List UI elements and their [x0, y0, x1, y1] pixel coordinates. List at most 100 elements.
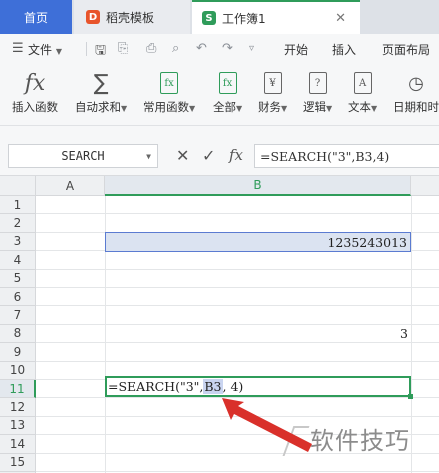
all-functions-label: 全部	[213, 100, 236, 114]
row-header-6[interactable]: 6	[0, 288, 36, 307]
fx-icon: fx	[24, 70, 46, 96]
datetime-label: 日期和时	[393, 100, 439, 114]
grid-row-line	[36, 471, 439, 472]
grid-row-line	[36, 360, 439, 362]
column-header-c[interactable]	[411, 176, 439, 196]
all-functions-button[interactable]: fx 全部▼	[213, 68, 242, 115]
column-header-a[interactable]: A	[36, 176, 105, 196]
watermark: 软件技巧	[310, 427, 410, 455]
insert-function-fx-icon[interactable]: fx	[229, 146, 243, 164]
name-box[interactable]: SEARCH ▼	[8, 144, 158, 168]
row-header-2[interactable]: 2	[0, 214, 36, 233]
export-pdf-icon[interactable]: ⎘	[118, 41, 128, 56]
column-header-b[interactable]: B	[105, 176, 411, 196]
row-header-8[interactable]: 8	[0, 324, 36, 344]
common-functions-label: 常用函数	[143, 100, 189, 114]
menu-start[interactable]: 开始	[284, 41, 308, 58]
cell-b3[interactable]: 1235243013	[105, 232, 411, 252]
datetime-functions-button[interactable]: ◷ 日期和时	[393, 68, 439, 115]
spreadsheet-logo-icon: S	[202, 11, 216, 25]
text-label: 文本	[348, 100, 371, 114]
grid-row-line	[36, 342, 439, 344]
row-header-13[interactable]: 13	[0, 416, 36, 436]
row-header-4[interactable]: 4	[0, 251, 36, 270]
name-box-value: SEARCH	[61, 149, 105, 163]
text-icon: A	[353, 72, 372, 94]
customize-quick-access-icon[interactable]: ▿	[249, 43, 254, 54]
row-header-3[interactable]: 3	[0, 232, 36, 252]
insert-function-label: 插入函数	[12, 100, 58, 114]
select-all-corner[interactable]	[0, 176, 36, 196]
common-functions-icon: fx	[160, 72, 179, 94]
print-icon[interactable]: ⎙	[146, 41, 156, 56]
menu-insert[interactable]: 插入	[332, 41, 356, 58]
cell-b8[interactable]: 3	[105, 324, 411, 342]
grid-row-line	[36, 213, 439, 215]
chevron-down-icon: ▼	[55, 47, 62, 56]
menu-page-layout[interactable]: 页面布局	[382, 41, 430, 58]
row-header-5[interactable]: 5	[0, 269, 36, 288]
confirm-icon[interactable]: ✓	[202, 146, 215, 165]
save-icon[interactable]: 🖫	[95, 41, 106, 63]
row-header-14[interactable]: 14	[0, 435, 36, 454]
menu-file[interactable]: 文件 ▼	[28, 41, 62, 58]
menu-file-label: 文件	[28, 43, 53, 57]
chevron-down-icon: ▼	[236, 104, 243, 113]
tab-workbook-label: 工作簿1	[222, 11, 266, 26]
chevron-down-icon: ▼	[189, 104, 196, 113]
finance-functions-button[interactable]: ¥ 财务▼	[258, 68, 287, 115]
close-tab-icon[interactable]: ✕	[335, 11, 346, 26]
logic-label: 逻辑	[303, 100, 326, 114]
clock-icon: ◷	[408, 72, 424, 94]
logic-functions-button[interactable]: ? 逻辑▼	[303, 68, 332, 115]
grid-row-line	[36, 397, 439, 399]
docer-logo-icon: D	[86, 10, 100, 24]
chevron-down-icon: ▼	[281, 104, 288, 113]
text-functions-button[interactable]: A 文本▼	[348, 68, 377, 115]
tab-home-label: 首页	[23, 10, 48, 25]
all-functions-icon: fx	[218, 72, 237, 94]
row-header-7[interactable]: 7	[0, 306, 36, 325]
grid-row-line	[36, 305, 439, 307]
autosum-label: 自动求和	[75, 100, 121, 114]
tab-home[interactable]: 首页	[0, 0, 72, 34]
tab-docer-label: 稻壳模板	[106, 10, 155, 25]
cell-b3-value: 1235243013	[327, 234, 407, 250]
cancel-icon[interactable]: ✕	[176, 146, 189, 165]
row-header-11[interactable]: 11	[0, 380, 36, 399]
common-functions-button[interactable]: fx 常用函数▼	[143, 68, 195, 115]
tab-bar: 首页 D 稻壳模板 S 工作簿1 ✕	[0, 0, 439, 34]
formula-text: =SEARCH("3",B3,4)	[260, 148, 390, 164]
print-preview-icon[interactable]: ⌕	[172, 41, 179, 56]
formula-input[interactable]: =SEARCH("3",B3,4)	[254, 144, 439, 168]
autosum-button[interactable]: ∑ 自动求和▼	[75, 68, 127, 115]
row-header-12[interactable]: 12	[0, 398, 36, 417]
menu-bar: ☰ 文件 ▼ 🖫 ⎘ ⎙ ⌕ ↶ ↷ ▿ 开始 插入 页面布局	[0, 34, 439, 64]
cell-b11-reference: B3	[203, 379, 223, 394]
hamburger-menu-icon[interactable]: ☰	[12, 41, 24, 56]
ribbon-toolbar: fx 插入函数 ∑ 自动求和▼ fx 常用函数▼ fx 全部▼ ¥ 财务▼ ? …	[0, 64, 439, 126]
undo-icon[interactable]: ↶	[196, 41, 207, 56]
sigma-icon: ∑	[93, 70, 109, 96]
finance-icon: ¥	[263, 72, 282, 94]
logic-icon: ?	[308, 72, 327, 94]
row-header-1[interactable]: 1	[0, 196, 36, 215]
cell-b8-value: 3	[400, 325, 408, 341]
formula-bar: SEARCH ▼ ✕ ✓ fx =SEARCH("3",B3,4)	[0, 126, 439, 176]
watermark-decoration	[282, 426, 310, 456]
cell-b11-formula-start: =SEARCH("3",	[108, 379, 204, 394]
row-header-9[interactable]: 9	[0, 343, 36, 362]
tab-docer-templates[interactable]: D 稻壳模板	[74, 0, 190, 34]
cell-b11-editing[interactable]: =SEARCH("3", B3, 4)	[105, 376, 411, 397]
tab-workbook[interactable]: S 工作簿1 ✕	[192, 0, 360, 34]
row-header-15[interactable]: 15	[0, 453, 36, 472]
cell-b11-formula-end: , 4)	[222, 379, 244, 394]
insert-function-button[interactable]: fx 插入函数	[12, 68, 58, 115]
row-header-10[interactable]: 10	[0, 361, 36, 380]
chevron-down-icon[interactable]: ▼	[146, 152, 151, 161]
fill-handle[interactable]	[408, 394, 413, 399]
redo-icon[interactable]: ↷	[222, 41, 233, 56]
chevron-down-icon: ▼	[121, 104, 128, 113]
grid-row-line	[36, 415, 439, 417]
chevron-down-icon: ▼	[371, 104, 378, 113]
